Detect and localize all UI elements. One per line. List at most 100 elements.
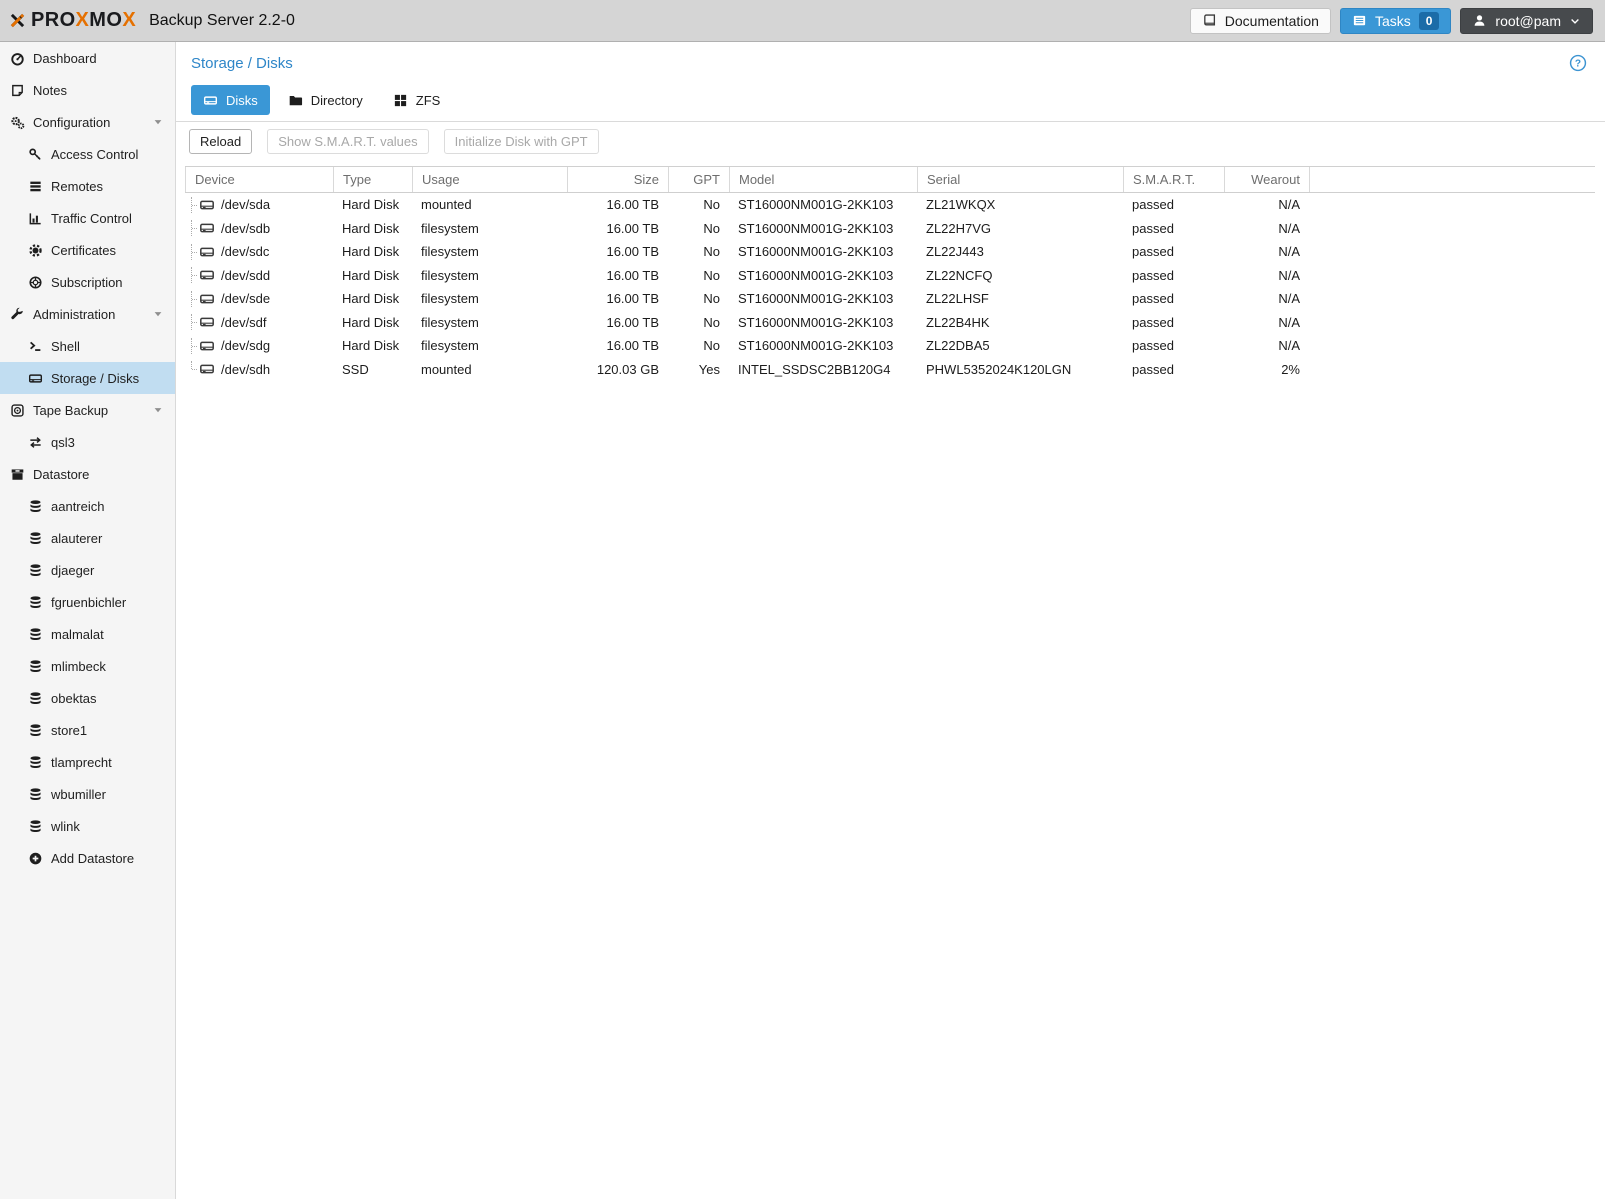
sidebar-item-add-datastore[interactable]: Add Datastore xyxy=(0,842,175,874)
sidebar-item-configuration[interactable]: Configuration xyxy=(0,106,175,138)
book-icon xyxy=(1202,13,1217,28)
tasks-button[interactable]: Tasks 0 xyxy=(1340,8,1451,34)
user-menu-button[interactable]: root@pam xyxy=(1460,8,1593,34)
tab-bar: Disks Directory ZFS xyxy=(176,85,1605,122)
folder-icon xyxy=(288,93,303,108)
tab-label: Disks xyxy=(226,93,258,108)
device-cell: /dev/sde xyxy=(221,291,270,306)
column-header-gpt[interactable]: GPT xyxy=(668,167,729,192)
database-icon xyxy=(26,595,44,610)
serial-cell: ZL22J443 xyxy=(917,244,1123,259)
tab-directory[interactable]: Directory xyxy=(276,85,375,115)
disk-row-dev-sdc[interactable]: /dev/sdc Hard Disk filesystem 16.00 TB N… xyxy=(185,240,1595,264)
tab-disks[interactable]: Disks xyxy=(191,85,270,115)
tab-label: Directory xyxy=(311,93,363,108)
sidebar-item-traffic-control[interactable]: Traffic Control xyxy=(0,202,175,234)
plus-circle-icon xyxy=(26,851,44,866)
smart-cell: passed xyxy=(1123,291,1224,306)
smart-cell: passed xyxy=(1123,268,1224,283)
column-header-size[interactable]: Size xyxy=(567,167,668,192)
hdd-icon xyxy=(199,291,215,307)
disks-table: Device Type Usage Size GPT xyxy=(185,166,1595,381)
tasks-label: Tasks xyxy=(1375,13,1411,29)
sidebar-item-obektas[interactable]: obektas xyxy=(0,682,175,714)
size-cell: 16.00 TB xyxy=(567,291,668,306)
smart-cell: passed xyxy=(1123,315,1224,330)
sidebar-item-access-control[interactable]: Access Control xyxy=(0,138,175,170)
column-header-type[interactable]: Type xyxy=(333,167,412,192)
sidebar-item-administration[interactable]: Administration xyxy=(0,298,175,330)
disk-row-dev-sdd[interactable]: /dev/sdd Hard Disk filesystem 16.00 TB N… xyxy=(185,264,1595,288)
sidebar-nav: Dashboard Notes Configuration Access Con… xyxy=(0,42,176,1199)
sidebar-item-wbumiller[interactable]: wbumiller xyxy=(0,778,175,810)
disk-row-dev-sde[interactable]: /dev/sde Hard Disk filesystem 16.00 TB N… xyxy=(185,287,1595,311)
disk-row-dev-sdg[interactable]: /dev/sdg Hard Disk filesystem 16.00 TB N… xyxy=(185,334,1595,358)
sidebar-item-remotes[interactable]: Remotes xyxy=(0,170,175,202)
sidebar-item-djaeger[interactable]: djaeger xyxy=(0,554,175,586)
tab-zfs[interactable]: ZFS xyxy=(381,85,453,115)
column-header-device[interactable]: Device xyxy=(185,167,333,192)
sidebar-item-certificates[interactable]: Certificates xyxy=(0,234,175,266)
sidebar-item-aantreich[interactable]: aantreich xyxy=(0,490,175,522)
sidebar-item-fgruenbichler[interactable]: fgruenbichler xyxy=(0,586,175,618)
sidebar-item-store1[interactable]: store1 xyxy=(0,714,175,746)
smart-cell: passed xyxy=(1123,244,1224,259)
sidebar-item-notes[interactable]: Notes xyxy=(0,74,175,106)
sidebar-item-alauterer[interactable]: alauterer xyxy=(0,522,175,554)
column-header-usage[interactable]: Usage xyxy=(412,167,567,192)
database-icon xyxy=(26,499,44,514)
documentation-button[interactable]: Documentation xyxy=(1190,8,1331,34)
toolbar-button-initialize-disk-with-gpt[interactable]: Initialize Disk with GPT xyxy=(444,129,599,154)
database-icon xyxy=(26,531,44,546)
usage-cell: filesystem xyxy=(412,291,567,306)
sidebar-item-tlamprecht[interactable]: tlamprecht xyxy=(0,746,175,778)
toolbar-button-show-s-m-a-r-t-values[interactable]: Show S.M.A.R.T. values xyxy=(267,129,428,154)
sidebar-item-datastore[interactable]: Datastore xyxy=(0,458,175,490)
sidebar-item-tape-backup[interactable]: Tape Backup xyxy=(0,394,175,426)
model-cell: INTEL_SSDSC2BB120G4 xyxy=(729,362,917,377)
main-panel: Storage / Disks ? Disks Directory ZFS xyxy=(176,42,1605,1199)
smart-cell: passed xyxy=(1123,338,1224,353)
sidebar-item-qsl3[interactable]: qsl3 xyxy=(0,426,175,458)
sidebar-item-mlimbeck[interactable]: mlimbeck xyxy=(0,650,175,682)
model-cell: ST16000NM001G-2KK103 xyxy=(729,244,917,259)
column-header-serial[interactable]: Serial xyxy=(917,167,1123,192)
device-cell: /dev/sdb xyxy=(221,221,270,236)
model-cell: ST16000NM001G-2KK103 xyxy=(729,197,917,212)
type-cell: Hard Disk xyxy=(333,221,412,236)
sidebar-item-shell[interactable]: Shell xyxy=(0,330,175,362)
model-cell: ST16000NM001G-2KK103 xyxy=(729,338,917,353)
toolbar-button-reload[interactable]: Reload xyxy=(189,129,252,154)
sidebar-item-wlink[interactable]: wlink xyxy=(0,810,175,842)
size-cell: 16.00 TB xyxy=(567,268,668,283)
help-icon[interactable]: ? xyxy=(1569,54,1587,72)
brand-text-x: X xyxy=(122,9,136,32)
disk-row-dev-sda[interactable]: /dev/sda Hard Disk mounted 16.00 TB No S… xyxy=(185,193,1595,217)
disk-row-dev-sdf[interactable]: /dev/sdf Hard Disk filesystem 16.00 TB N… xyxy=(185,311,1595,335)
sidebar-item-subscription[interactable]: Subscription xyxy=(0,266,175,298)
caret-down-icon xyxy=(152,404,164,416)
table-body: /dev/sda Hard Disk mounted 16.00 TB No S… xyxy=(185,193,1595,381)
column-header-filler[interactable] xyxy=(1309,167,1595,192)
smart-cell: passed xyxy=(1123,362,1224,377)
device-cell: /dev/sdf xyxy=(221,315,267,330)
gpt-cell: No xyxy=(668,244,729,259)
disk-row-dev-sdb[interactable]: /dev/sdb Hard Disk filesystem 16.00 TB N… xyxy=(185,217,1595,241)
column-header-s-m-a-r-t[interactable]: S.M.A.R.T. xyxy=(1123,167,1224,192)
column-header-model[interactable]: Model xyxy=(729,167,917,192)
grid-icon xyxy=(393,93,408,108)
serial-cell: ZL22DBA5 xyxy=(917,338,1123,353)
serial-cell: ZL22LHSF xyxy=(917,291,1123,306)
wearout-cell: N/A xyxy=(1224,291,1309,306)
column-header-label: Device xyxy=(195,172,235,187)
toolbar-button-label: Initialize Disk with GPT xyxy=(455,134,588,149)
column-header-wearout[interactable]: Wearout xyxy=(1224,167,1309,192)
database-icon xyxy=(26,723,44,738)
disk-row-dev-sdh[interactable]: /dev/sdh SSD mounted 120.03 GB Yes INTEL… xyxy=(185,358,1595,382)
sidebar-item-storage-disks[interactable]: Storage / Disks xyxy=(0,362,175,394)
smart-cell: passed xyxy=(1123,221,1224,236)
type-cell: Hard Disk xyxy=(333,197,412,212)
sidebar-item-dashboard[interactable]: Dashboard xyxy=(0,42,175,74)
hdd-icon xyxy=(199,267,215,283)
sidebar-item-malmalat[interactable]: malmalat xyxy=(0,618,175,650)
